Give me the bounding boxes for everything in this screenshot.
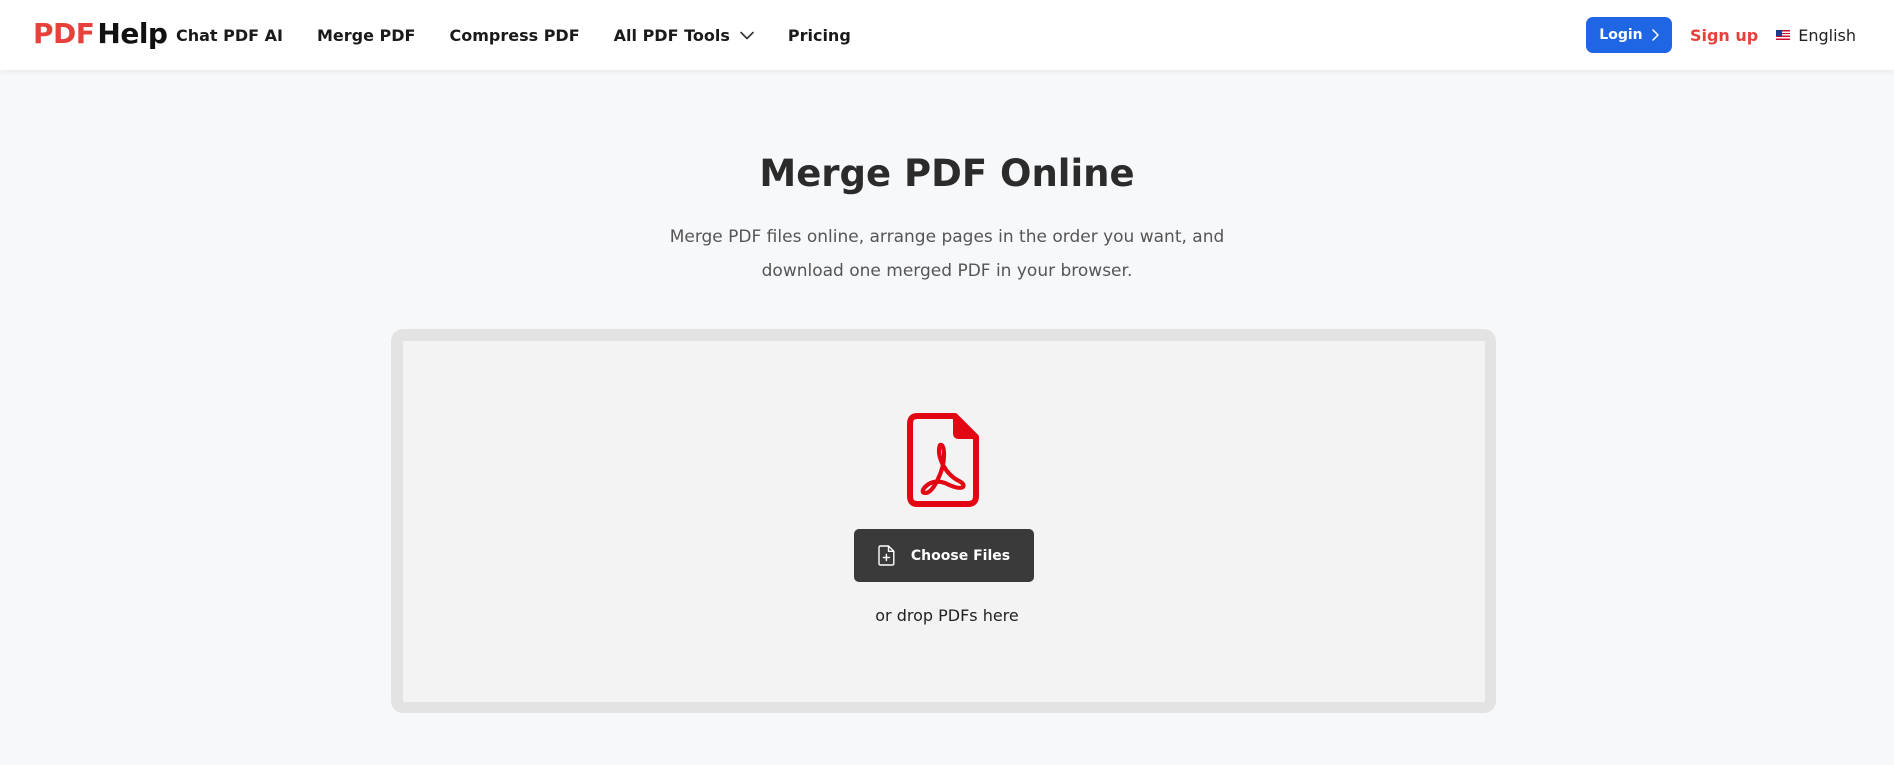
signup-link[interactable]: Sign up (1690, 26, 1758, 45)
page-title: Merge PDF Online (759, 152, 1135, 195)
nav-pricing[interactable]: Pricing (788, 26, 851, 45)
language-selector[interactable]: English (1776, 26, 1856, 45)
dropzone[interactable] (403, 341, 1485, 702)
language-label: English (1798, 25, 1856, 45)
main-nav: Chat PDF AI Merge PDF Compress PDF All P… (176, 0, 885, 70)
nav-pricing-label: Pricing (787, 25, 851, 45)
logo-help: Help (97, 17, 168, 50)
nav-merge-pdf-label: Merge PDF (317, 25, 416, 45)
header-actions: Login Sign up English (1585, 0, 1856, 70)
login-button[interactable]: Login (1585, 17, 1672, 53)
pdf-file-icon (907, 413, 979, 507)
choose-files-label: Choose Files (910, 547, 1011, 564)
us-flag-icon (1776, 30, 1791, 40)
logo-pdf: PDF (33, 17, 95, 50)
nav-all-pdf-tools[interactable]: All PDF Tools (614, 26, 754, 45)
chevron-right-icon (1651, 29, 1659, 41)
nav-chat-pdf-ai-label: Chat PDF AI (176, 25, 283, 45)
page-subtitle: Merge PDF files online, arrange pages in… (669, 227, 1225, 281)
nav-compress-pdf[interactable]: Compress PDF (449, 26, 579, 45)
choose-files-button[interactable]: Choose Files (854, 529, 1034, 582)
nav-merge-pdf[interactable]: Merge PDF (317, 26, 415, 45)
nav-all-pdf-tools-label: All PDF Tools (613, 25, 730, 45)
drop-hint: or drop PDFs here (875, 606, 1019, 625)
login-button-label: Login (1599, 27, 1643, 43)
nav-chat-pdf-ai[interactable]: Chat PDF AI (176, 26, 283, 45)
logo[interactable]: PDF Help (33, 17, 168, 50)
nav-compress-pdf-label: Compress PDF (449, 25, 580, 45)
top-header: PDF Help Chat PDF AI Merge PDF Compress … (0, 0, 1894, 70)
chevron-down-icon (740, 31, 754, 40)
add-file-icon (878, 545, 895, 566)
